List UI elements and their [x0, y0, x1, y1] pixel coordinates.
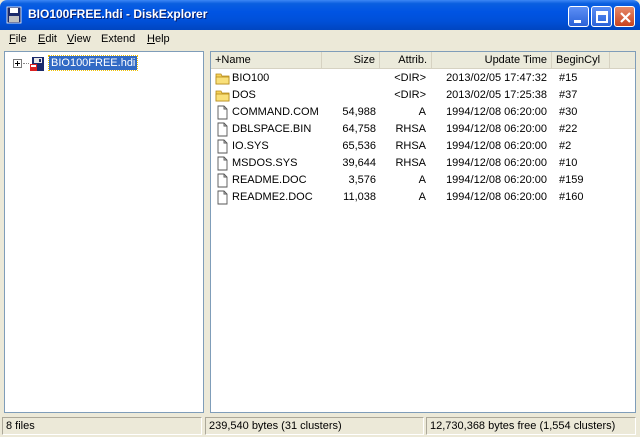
cell-begin-cyl: #37	[559, 89, 578, 101]
tree-node-label[interactable]: BIO100FREE.hdi	[47, 55, 139, 71]
cell-attrib: A	[418, 106, 426, 118]
table-row[interactable]: README.DOC 3,576 A 1994/12/08 06:20:00 #159	[211, 172, 635, 189]
menu-extend[interactable]: Extend	[101, 33, 135, 45]
cell-begin-cyl: #22	[559, 123, 578, 135]
cell-attrib: <DIR>	[394, 72, 426, 84]
column-header-row: +Name Size Attrib. Update Time BeginCyl	[211, 52, 635, 69]
menu-help[interactable]: Help	[147, 33, 170, 45]
expand-plus-icon[interactable]	[13, 59, 22, 68]
table-row[interactable]: README2.DOC 11,038 A 1994/12/08 06:20:00 #16…	[211, 189, 635, 206]
status-bar: 8 files 239,540 bytes (31 clusters) 12,7…	[0, 414, 640, 437]
file-icon	[217, 190, 228, 205]
table-row[interactable]: MSDOS.SYS 39,644 RHSA 1994/12/08 06:20:00 #1…	[211, 155, 635, 172]
window-title: BIO100FREE.hdi - DiskExplorer	[28, 7, 208, 21]
cell-begin-cyl: #15	[559, 72, 578, 84]
cell-update-time: 1994/12/08 06:20:00	[446, 191, 547, 203]
cell-name: IO.SYS	[232, 140, 269, 152]
file-icon	[217, 105, 228, 120]
cell-attrib: RHSA	[395, 157, 426, 169]
cell-size: 39,644	[342, 157, 376, 169]
cell-begin-cyl: #10	[559, 157, 578, 169]
cell-name: COMMAND.COM	[232, 106, 319, 118]
column-header-update-time[interactable]: Update Time	[432, 52, 552, 69]
cell-name: DOS	[232, 89, 256, 101]
menu-file[interactable]: File	[9, 33, 27, 45]
title-bar[interactable]: BIO100FREE.hdi - DiskExplorer	[0, 0, 640, 30]
cell-attrib: A	[418, 174, 426, 186]
minimize-button[interactable]	[568, 6, 589, 27]
cell-attrib: <DIR>	[394, 89, 426, 101]
cell-size: 54,988	[342, 106, 376, 118]
cell-name: MSDOS.SYS	[232, 157, 298, 169]
close-button[interactable]	[614, 6, 635, 27]
table-row[interactable]: DBLSPACE.BIN 64,758 RHSA 1994/12/08 06:20:0…	[211, 121, 635, 138]
cell-begin-cyl: #30	[559, 106, 578, 118]
cell-attrib: RHSA	[395, 123, 426, 135]
status-file-count: 8 files	[2, 417, 202, 435]
disk-icon	[30, 57, 44, 71]
tree-connector	[23, 63, 29, 64]
cell-attrib: RHSA	[395, 140, 426, 152]
cell-update-time: 1994/12/08 06:20:00	[446, 123, 547, 135]
file-icon	[217, 139, 228, 154]
table-row[interactable]: BIO100 <DIR> 2013/02/05 17:47:32 #15	[211, 70, 635, 87]
cell-name: README2.DOC	[232, 191, 313, 203]
column-header-attrib[interactable]: Attrib.	[380, 52, 432, 69]
cell-update-time: 1994/12/08 06:20:00	[446, 140, 547, 152]
cell-update-time: 2013/02/05 17:47:32	[446, 72, 547, 84]
cell-name: DBLSPACE.BIN	[232, 123, 312, 135]
menu-bar: File Edit View Extend Help	[3, 30, 637, 49]
cell-begin-cyl: #2	[559, 140, 572, 152]
cell-size	[322, 87, 376, 104]
file-icon	[217, 173, 228, 188]
file-icon	[217, 156, 228, 171]
table-row[interactable]: IO.SYS 65,536 RHSA 1994/12/08 06:20:00 #2	[211, 138, 635, 155]
folder-icon	[215, 90, 230, 102]
cell-size: 64,758	[342, 123, 376, 135]
app-disk-icon[interactable]	[6, 6, 22, 24]
file-list[interactable]: +Name Size Attrib. Update Time BeginCyl …	[210, 51, 636, 413]
cell-size: 11,038	[343, 191, 376, 203]
cell-update-time: 1994/12/08 06:20:00	[446, 174, 547, 186]
menu-view[interactable]: View	[67, 33, 91, 45]
maximize-icon	[596, 11, 608, 23]
close-icon	[620, 12, 631, 23]
column-header-name[interactable]: +Name	[211, 52, 322, 69]
cell-begin-cyl: #159	[559, 174, 584, 186]
cell-size	[322, 70, 376, 87]
cell-update-time: 1994/12/08 06:20:00	[446, 106, 547, 118]
maximize-button[interactable]	[591, 6, 612, 27]
status-free-bytes: 12,730,368 bytes free (1,554 clusters)	[426, 417, 636, 435]
folder-tree[interactable]: BIO100FREE.hdi	[4, 51, 204, 413]
cell-name: BIO100	[232, 72, 270, 84]
cell-begin-cyl: #160	[559, 191, 584, 203]
minimize-icon	[574, 20, 581, 23]
column-header-begin-cyl[interactable]: BeginCyl	[552, 52, 610, 69]
cell-size: 3,576	[348, 174, 376, 186]
app-window: BIO100FREE.hdi - DiskExplorer File Edit …	[0, 0, 640, 437]
cell-name: README.DOC	[232, 174, 307, 186]
status-used-bytes: 239,540 bytes (31 clusters)	[205, 417, 424, 435]
cell-attrib: A	[418, 191, 426, 203]
cell-size: 65,536	[342, 140, 376, 152]
file-icon	[217, 122, 228, 137]
table-row[interactable]: COMMAND.COM 54,988 A 1994/12/08 06:20:00 #30	[211, 104, 635, 121]
cell-update-time: 1994/12/08 06:20:00	[446, 157, 547, 169]
column-header-size[interactable]: Size	[322, 52, 380, 69]
folder-icon	[215, 73, 230, 85]
table-row[interactable]: DOS <DIR> 2013/02/05 17:25:38 #37	[211, 87, 635, 104]
cell-update-time: 2013/02/05 17:25:38	[446, 89, 547, 101]
menu-edit[interactable]: Edit	[38, 33, 57, 45]
